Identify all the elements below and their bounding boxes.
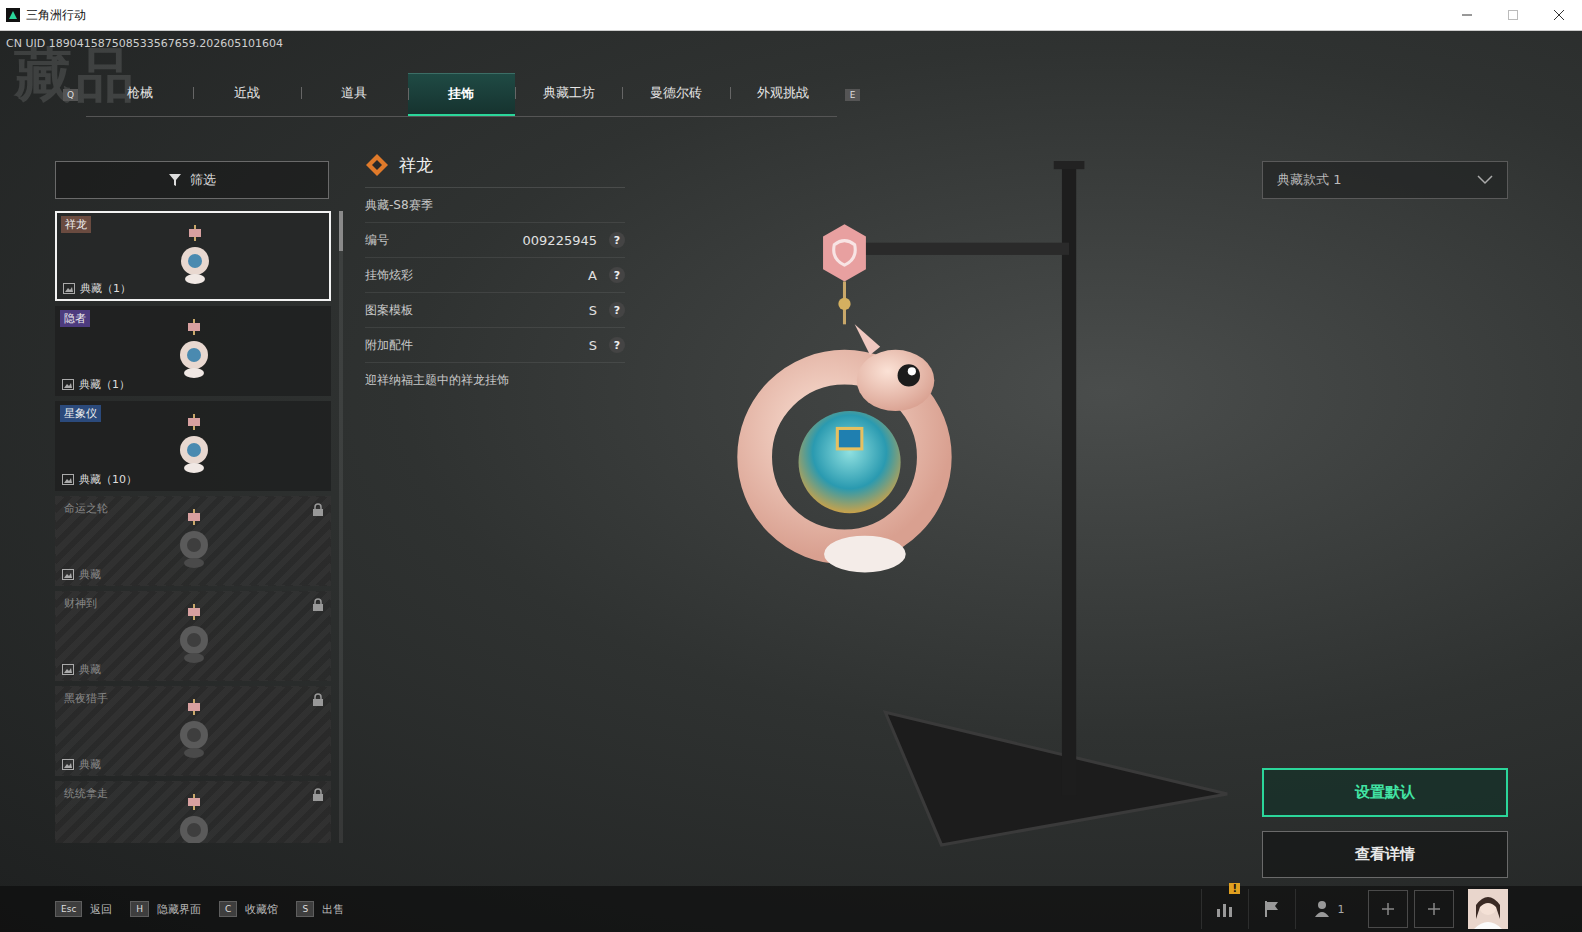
friends-icon: [1314, 900, 1334, 918]
charm-list: 祥龙典藏（1）隐者典藏（1）星象仪典藏（10）命运之轮典藏财神到典藏黑夜猎手典藏…: [55, 211, 331, 843]
key-hint[interactable]: S出售: [296, 901, 344, 917]
next-tab-key[interactable]: E: [845, 89, 860, 101]
tab[interactable]: 典藏工坊: [515, 73, 622, 116]
collection-screen: 藏品CN UID 189041587508533567659.202605101…: [0, 31, 1582, 932]
charm-item[interactable]: 统统拿走: [55, 781, 331, 843]
charm-thumb-icon: [174, 604, 214, 666]
attribute-row: 挂饰炫彩A?: [365, 258, 625, 293]
tab[interactable]: 外观挑战: [730, 73, 837, 116]
add-slot-button[interactable]: [1414, 890, 1454, 928]
charm-description: 迎祥纳福主题中的祥龙挂饰: [365, 363, 625, 397]
style-dropdown[interactable]: 典藏款式 1: [1262, 161, 1508, 199]
tab[interactable]: 曼德尔砖: [622, 73, 729, 116]
help-button[interactable]: ?: [609, 302, 625, 318]
charm-name: 星象仪: [60, 405, 101, 422]
charm-count: 典藏: [62, 662, 101, 677]
image-icon: [63, 283, 75, 294]
filter-button[interactable]: 筛选: [55, 161, 329, 199]
charm-count: 典藏: [62, 567, 101, 582]
charm-thumb-icon: [174, 794, 214, 843]
charm-name: 财神到: [60, 595, 101, 612]
charm-item[interactable]: 命运之轮典藏: [55, 496, 331, 586]
flag-button[interactable]: [1248, 889, 1295, 929]
title-bar: 三角洲行动: [0, 0, 1582, 31]
charm-name: 隐者: [60, 310, 90, 327]
tab[interactable]: 枪械: [86, 73, 193, 116]
season-label: 典藏-S8赛季: [365, 188, 625, 223]
charm-item[interactable]: 黑夜猎手典藏: [55, 686, 331, 776]
charm-count: 典藏（10）: [62, 472, 137, 487]
charm-item[interactable]: 祥龙典藏（1）: [55, 211, 331, 301]
charm-preview[interactable]: [625, 161, 1262, 886]
bottom-bar: Esc返回 H隐藏界面 C收藏馆 S出售! 1: [0, 886, 1582, 932]
charm-name: 黑夜猎手: [60, 690, 112, 707]
image-icon: [62, 569, 74, 580]
lock-icon: [312, 598, 324, 612]
charm-thumb-icon: [174, 414, 214, 476]
prev-tab-key[interactable]: Q: [63, 89, 78, 101]
window-title: 三角洲行动: [26, 7, 86, 24]
charm-name: 祥龙: [61, 216, 91, 233]
tab[interactable]: 道具: [301, 73, 408, 116]
attribute-row: 图案模板S?: [365, 293, 625, 328]
key-hint[interactable]: Esc返回: [55, 901, 112, 917]
charm-thumb-icon: [174, 509, 214, 571]
help-button[interactable]: ?: [609, 337, 625, 353]
image-icon: [62, 474, 74, 485]
charm-count: 典藏（1）: [63, 281, 131, 296]
lock-icon: [312, 503, 324, 517]
game-window: 三角洲行动藏品CN UID 189041587508533567659.2026…: [0, 0, 1582, 932]
bar-chart-icon: [1215, 900, 1235, 918]
key-hint[interactable]: H隐藏界面: [130, 901, 201, 917]
maximize-icon[interactable]: [1490, 0, 1536, 30]
rarity-diamond-icon: [365, 153, 389, 177]
charm-item[interactable]: 星象仪典藏（10）: [55, 401, 331, 491]
app-logo-icon: [6, 8, 20, 22]
minimize-icon[interactable]: [1444, 0, 1490, 30]
image-icon: [62, 379, 74, 390]
charm-name: 统统拿走: [60, 785, 112, 802]
charm-item[interactable]: 隐者典藏（1）: [55, 306, 331, 396]
charm-title: 祥龙: [399, 154, 433, 177]
help-button[interactable]: ?: [609, 267, 625, 283]
tab-bar: Q 枪械近战道具挂饰典藏工坊曼德尔砖外观挑战 E: [55, 73, 1582, 117]
plus-icon: [1381, 902, 1395, 916]
lock-icon: [312, 788, 324, 802]
charm-name: 命运之轮: [60, 500, 112, 517]
image-icon: [62, 759, 74, 770]
action-button[interactable]: 设置默认: [1262, 768, 1508, 817]
attribute-row: 编号009225945?: [365, 223, 625, 258]
key-hint[interactable]: C收藏馆: [219, 901, 278, 917]
charm-item[interactable]: 财神到典藏: [55, 591, 331, 681]
action-button[interactable]: 查看详情: [1262, 831, 1508, 878]
image-icon: [62, 664, 74, 675]
add-slot-button[interactable]: [1368, 890, 1408, 928]
attribute-row: 附加配件S?: [365, 328, 625, 363]
tab[interactable]: 挂饰: [408, 73, 515, 116]
detail-panel: 祥龙典藏-S8赛季编号009225945?挂饰炫彩A?图案模板S?附加配件S?迎…: [365, 153, 625, 886]
help-button[interactable]: ?: [609, 232, 625, 248]
lock-icon: [312, 693, 324, 707]
list-scrollbar[interactable]: [339, 211, 343, 843]
chevron-down-icon: [1477, 175, 1493, 185]
tab[interactable]: 近战: [193, 73, 300, 116]
charm-thumb-icon: [174, 319, 214, 381]
flag-icon: [1263, 900, 1281, 918]
friends-button[interactable]: 1: [1295, 889, 1362, 929]
close-icon[interactable]: [1536, 0, 1582, 30]
avatar-icon[interactable]: [1468, 889, 1508, 929]
charm-thumb-icon: [174, 699, 214, 761]
plus-icon: [1427, 902, 1441, 916]
dragon-charm-on-stand-icon: [625, 161, 1262, 886]
charm-thumb-icon: [175, 225, 215, 287]
uid-label: CN UID 189041587508533567659.20260510160…: [0, 31, 1582, 53]
charm-count: 典藏（1）: [62, 377, 130, 392]
stats-button[interactable]: !: [1201, 889, 1248, 929]
filter-icon: [168, 173, 182, 187]
charm-count: 典藏: [62, 757, 101, 772]
alert-badge: !: [1229, 883, 1240, 894]
